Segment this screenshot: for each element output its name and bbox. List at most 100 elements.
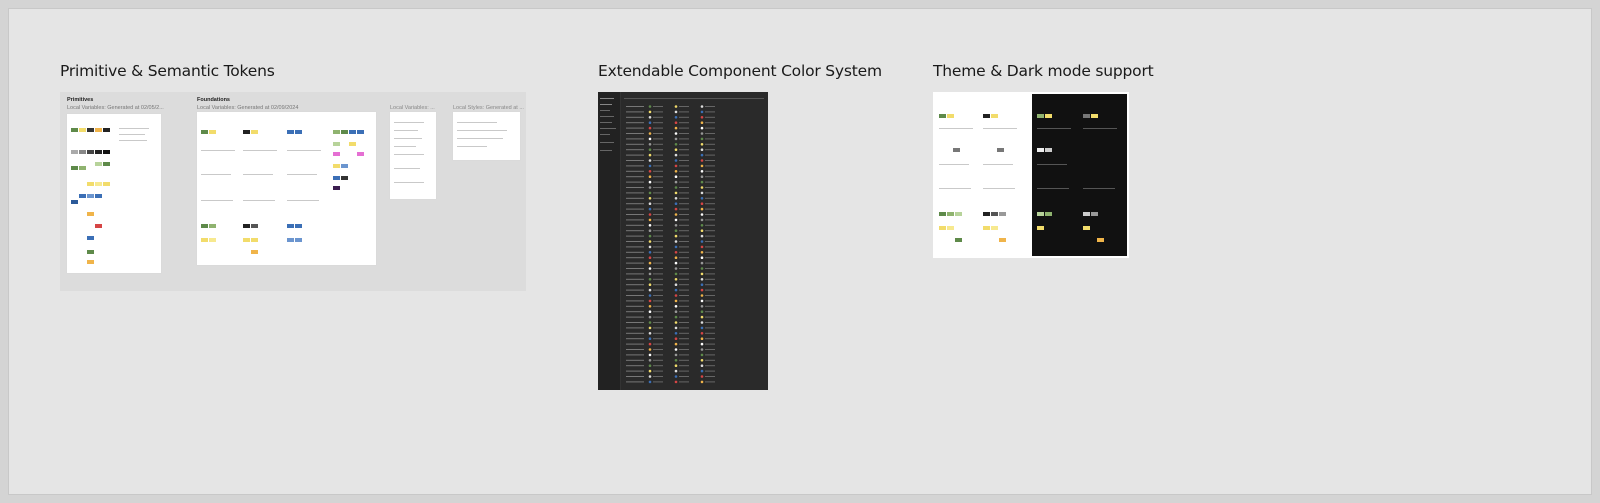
token-row-value: [653, 111, 663, 113]
token-row-value: [653, 197, 663, 199]
foundations-card[interactable]: [197, 112, 376, 265]
token-row-value: [653, 257, 663, 259]
token-row-value: [653, 381, 663, 383]
token-row-dot: [648, 326, 652, 330]
token-row-dot: [648, 186, 652, 189]
tokens-panel[interactable]: Primitives Local Variables: Generated at…: [60, 92, 526, 291]
token-row-label: [626, 143, 644, 145]
token-row-dot: [674, 353, 678, 357]
token-row-value: [653, 219, 663, 221]
token-row-value: [705, 381, 715, 383]
token-row-value: [653, 251, 663, 253]
token-row-value: [653, 284, 663, 286]
token-row-label: [626, 262, 644, 264]
token-row-dot: [648, 369, 652, 373]
token-row-dot: [648, 348, 652, 351]
token-row-dot: [674, 202, 678, 205]
token-row-label: [626, 257, 644, 259]
token-row-dot: [674, 305, 678, 308]
token-row-dot: [700, 180, 704, 184]
token-row-dot: [648, 380, 652, 384]
token-row-value: [653, 278, 663, 280]
token-row-dot: [700, 234, 704, 238]
token-row-value: [679, 316, 689, 318]
token-row-value: [679, 219, 689, 221]
token-row-label: [626, 127, 644, 129]
primitives-card[interactable]: [67, 114, 161, 273]
token-row-dot: [648, 278, 652, 281]
token-row-dot: [674, 137, 678, 141]
component-color-system-preview[interactable]: [598, 92, 768, 390]
theme-preview[interactable]: [933, 92, 1129, 258]
token-row-dot: [700, 170, 704, 173]
token-row-value: [705, 262, 715, 264]
token-row-value: [679, 214, 689, 215]
token-row-value: [653, 370, 663, 372]
token-row-value: [679, 262, 689, 264]
token-row-value: [653, 106, 663, 107]
token-row-dot: [700, 164, 704, 168]
token-row-value: [705, 219, 715, 221]
token-row-dot: [674, 348, 678, 351]
token-row-value: [705, 127, 715, 129]
token-row-value: [679, 311, 689, 313]
token-row-dot: [674, 294, 678, 297]
token-row-dot: [674, 267, 678, 270]
token-row-value: [653, 235, 663, 237]
token-row-value: [705, 300, 715, 302]
token-row-dot: [700, 110, 704, 114]
token-row-value: [705, 149, 715, 151]
token-row-value: [679, 273, 689, 275]
token-row-value: [679, 111, 689, 113]
token-row-dot: [648, 224, 652, 227]
token-row-dot: [674, 342, 678, 346]
local-styles-card[interactable]: [453, 112, 520, 160]
token-row-dot: [700, 348, 704, 351]
token-row-dot: [700, 375, 704, 378]
token-row-label: [626, 300, 644, 302]
token-row-value: [653, 262, 663, 264]
token-row-dot: [674, 218, 678, 222]
token-row-dot: [648, 261, 652, 265]
token-row-value: [653, 160, 663, 161]
token-row-value: [705, 273, 715, 275]
token-row-dot: [700, 197, 704, 200]
token-row-dot: [674, 359, 678, 362]
token-row-label: [626, 116, 644, 118]
token-row-value: [679, 181, 689, 183]
token-row-value: [679, 165, 689, 167]
token-row-value: [705, 268, 715, 269]
token-row-dot: [700, 229, 704, 232]
token-row-value: [653, 359, 663, 361]
token-row-label: [626, 219, 644, 221]
token-row-value: [679, 187, 689, 188]
token-row-dot: [700, 213, 704, 216]
token-row-dot: [674, 256, 678, 259]
token-row-dot: [674, 315, 678, 319]
token-row-dot: [700, 369, 704, 373]
token-row-label: [626, 149, 644, 151]
token-row-value: [679, 224, 689, 226]
token-row-label: [626, 187, 644, 188]
token-row-dot: [674, 375, 678, 378]
token-row-value: [653, 170, 663, 172]
token-row-dot: [674, 251, 678, 254]
token-row-value: [705, 278, 715, 280]
section-title-component-colors: Extendable Component Color System: [598, 62, 882, 80]
token-row-dot: [648, 202, 652, 205]
token-row-label: [626, 295, 644, 296]
token-row-dot: [700, 256, 704, 259]
token-row-label: [626, 322, 644, 323]
token-row-label: [626, 246, 644, 248]
token-row-value: [653, 138, 663, 140]
token-row-dot: [700, 364, 704, 368]
token-row-value: [679, 138, 689, 140]
token-row-value: [653, 365, 663, 367]
token-row-dot: [674, 153, 678, 157]
foundations-subtitle: Local Variables: Generated at 02/09/2024: [197, 105, 299, 111]
local-variables-card[interactable]: [390, 112, 436, 199]
token-row-value: [705, 214, 715, 215]
token-row-label: [626, 133, 644, 134]
token-row-value: [679, 295, 689, 296]
token-row-value: [679, 208, 689, 210]
